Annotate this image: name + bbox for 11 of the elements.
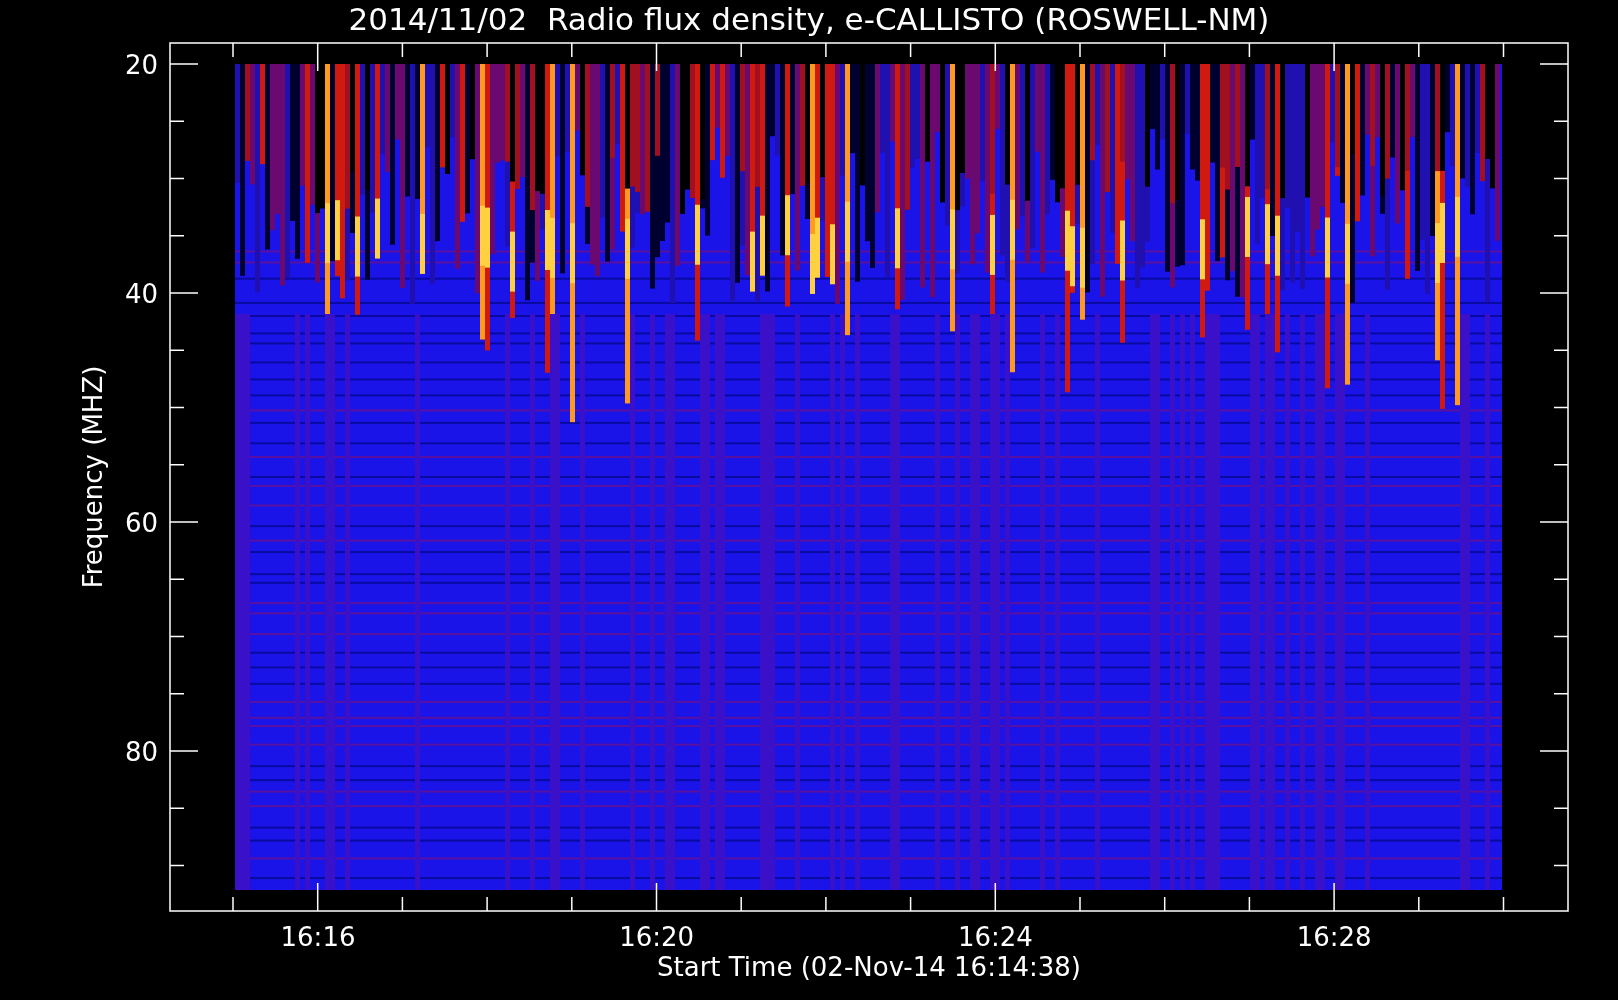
y-axis-label: Frequency (MHZ) [78,365,108,589]
y-tick-label: 80 [124,737,158,767]
y-tick-label: 60 [124,508,158,538]
x-axis-label: Start Time (02-Nov-14 16:14:38) [657,952,1081,982]
x-tick-label: 16:20 [619,922,695,952]
y-tick-label: 40 [124,279,158,309]
plot-title: 2014/11/02 Radio flux density, e-CALLISTO (ROSWELL-NM) [348,1,1270,37]
x-tick-label: 16:24 [957,922,1033,952]
x-tick-label: 16:16 [280,922,356,952]
x-tick-label: 16:28 [1296,922,1372,952]
y-tick-label: 20 [124,50,158,80]
